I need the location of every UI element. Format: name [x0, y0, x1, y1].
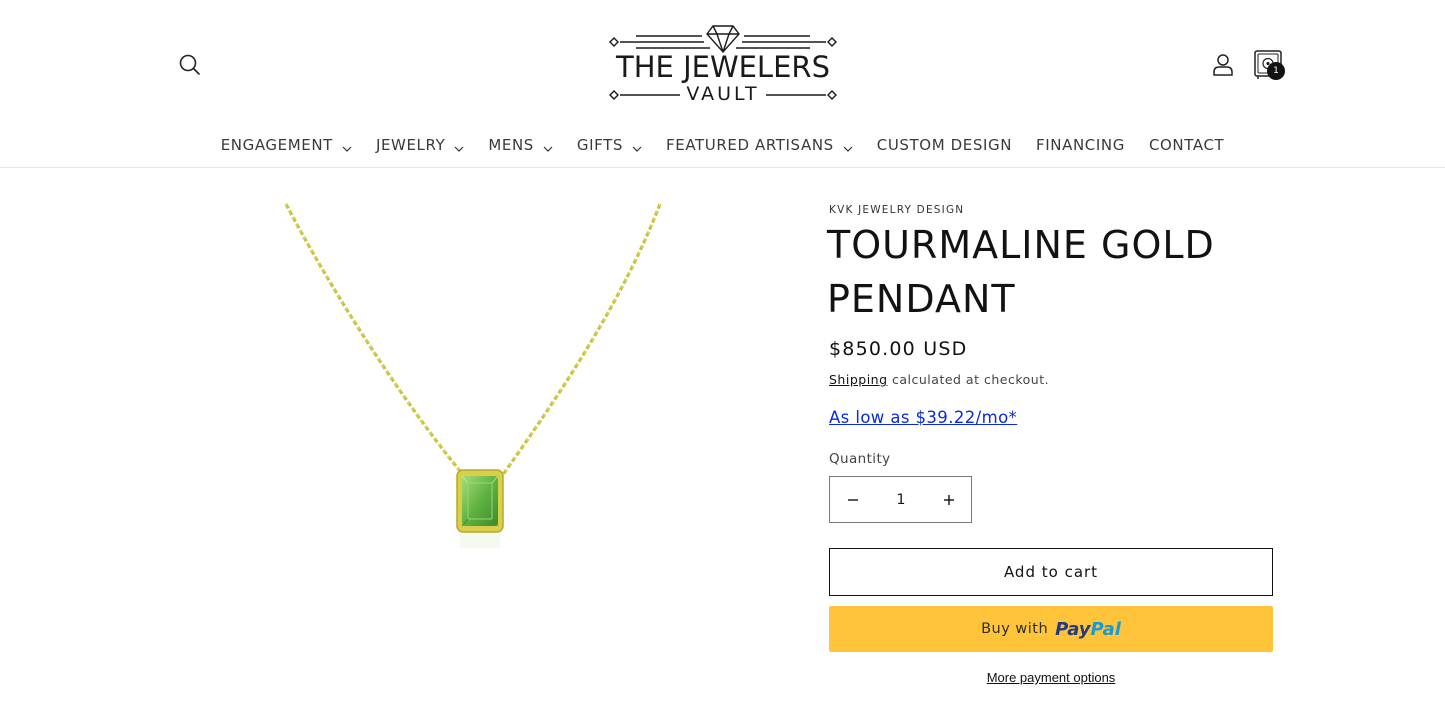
- nav-item-label: FINANCING: [1036, 136, 1125, 154]
- nav-item-label: GIFTS: [576, 136, 624, 154]
- nav-item-label: MENS: [488, 136, 534, 154]
- nav-item-jewelry[interactable]: JEWELRY: [364, 130, 476, 160]
- product-title: TOURMALINE GOLD PENDANT: [827, 223, 1215, 321]
- chevron-down-icon: [454, 140, 464, 152]
- paypal-button[interactable]: Buy with PayPal: [829, 606, 1273, 652]
- store-logo[interactable]: THE JEWELERS VAULT: [606, 22, 840, 108]
- product-image[interactable]: [240, 198, 720, 578]
- more-payment-options: More payment options: [829, 670, 1273, 685]
- chevron-down-icon: [342, 140, 352, 152]
- main-navigation: ENGAGEMENT JEWELRY MENS GIFTS FEATURED A…: [0, 130, 1445, 160]
- financing-link[interactable]: As low as $39.22/mo*: [829, 408, 1017, 427]
- product-price: $850.00 USD: [829, 338, 968, 360]
- shipping-link[interactable]: Shipping: [829, 372, 888, 387]
- more-payment-options-link[interactable]: More payment options: [987, 670, 1116, 685]
- add-to-cart-button[interactable]: Add to cart: [829, 548, 1273, 596]
- logo-title: THE JEWELERS: [616, 50, 830, 84]
- nav-item-label: ENGAGEMENT: [220, 136, 333, 154]
- nav-item-label: CUSTOM DESIGN: [876, 136, 1013, 154]
- paypal-logo: PayPal: [1055, 618, 1121, 640]
- logo-subtitle: VAULT: [686, 83, 760, 105]
- chevron-down-icon: [843, 140, 853, 152]
- chevron-down-icon: [632, 140, 642, 152]
- product-vendor: KVK JEWELRY DESIGN: [829, 204, 965, 216]
- nav-item-financing[interactable]: FINANCING: [1024, 130, 1137, 160]
- quantity-decrease-button[interactable]: [830, 477, 876, 522]
- chevron-down-icon: [543, 140, 553, 152]
- minus-icon: [848, 498, 858, 501]
- nav-item-label: CONTACT: [1148, 136, 1225, 154]
- plus-icon: [944, 494, 954, 505]
- site-header: THE JEWELERS VAULT 1 ENGAGEMENT JEWELRY: [0, 0, 1445, 168]
- nav-item-contact[interactable]: CONTACT: [1137, 130, 1236, 160]
- nav-item-featured-artisans[interactable]: FEATURED ARTISANS: [654, 130, 865, 160]
- nav-item-mens[interactable]: MENS: [476, 130, 565, 160]
- quantity-stepper: [829, 476, 972, 523]
- user-icon[interactable]: [1210, 52, 1236, 78]
- search-icon[interactable]: [176, 51, 204, 79]
- shipping-note: Shipping calculated at checkout.: [829, 372, 1049, 387]
- quantity-increase-button[interactable]: [926, 477, 972, 522]
- nav-item-engagement[interactable]: ENGAGEMENT: [209, 130, 364, 160]
- quantity-input[interactable]: [876, 477, 926, 522]
- quantity-label: Quantity: [829, 451, 891, 467]
- paypal-prefix: Buy with: [981, 621, 1049, 637]
- nav-item-label: FEATURED ARTISANS: [666, 136, 834, 154]
- cart-count-badge: 1: [1267, 62, 1285, 80]
- nav-item-custom-design[interactable]: CUSTOM DESIGN: [865, 130, 1024, 160]
- shipping-text: calculated at checkout.: [887, 372, 1050, 387]
- nav-item-gifts[interactable]: GIFTS: [565, 130, 654, 160]
- nav-item-label: JEWELRY: [375, 136, 446, 154]
